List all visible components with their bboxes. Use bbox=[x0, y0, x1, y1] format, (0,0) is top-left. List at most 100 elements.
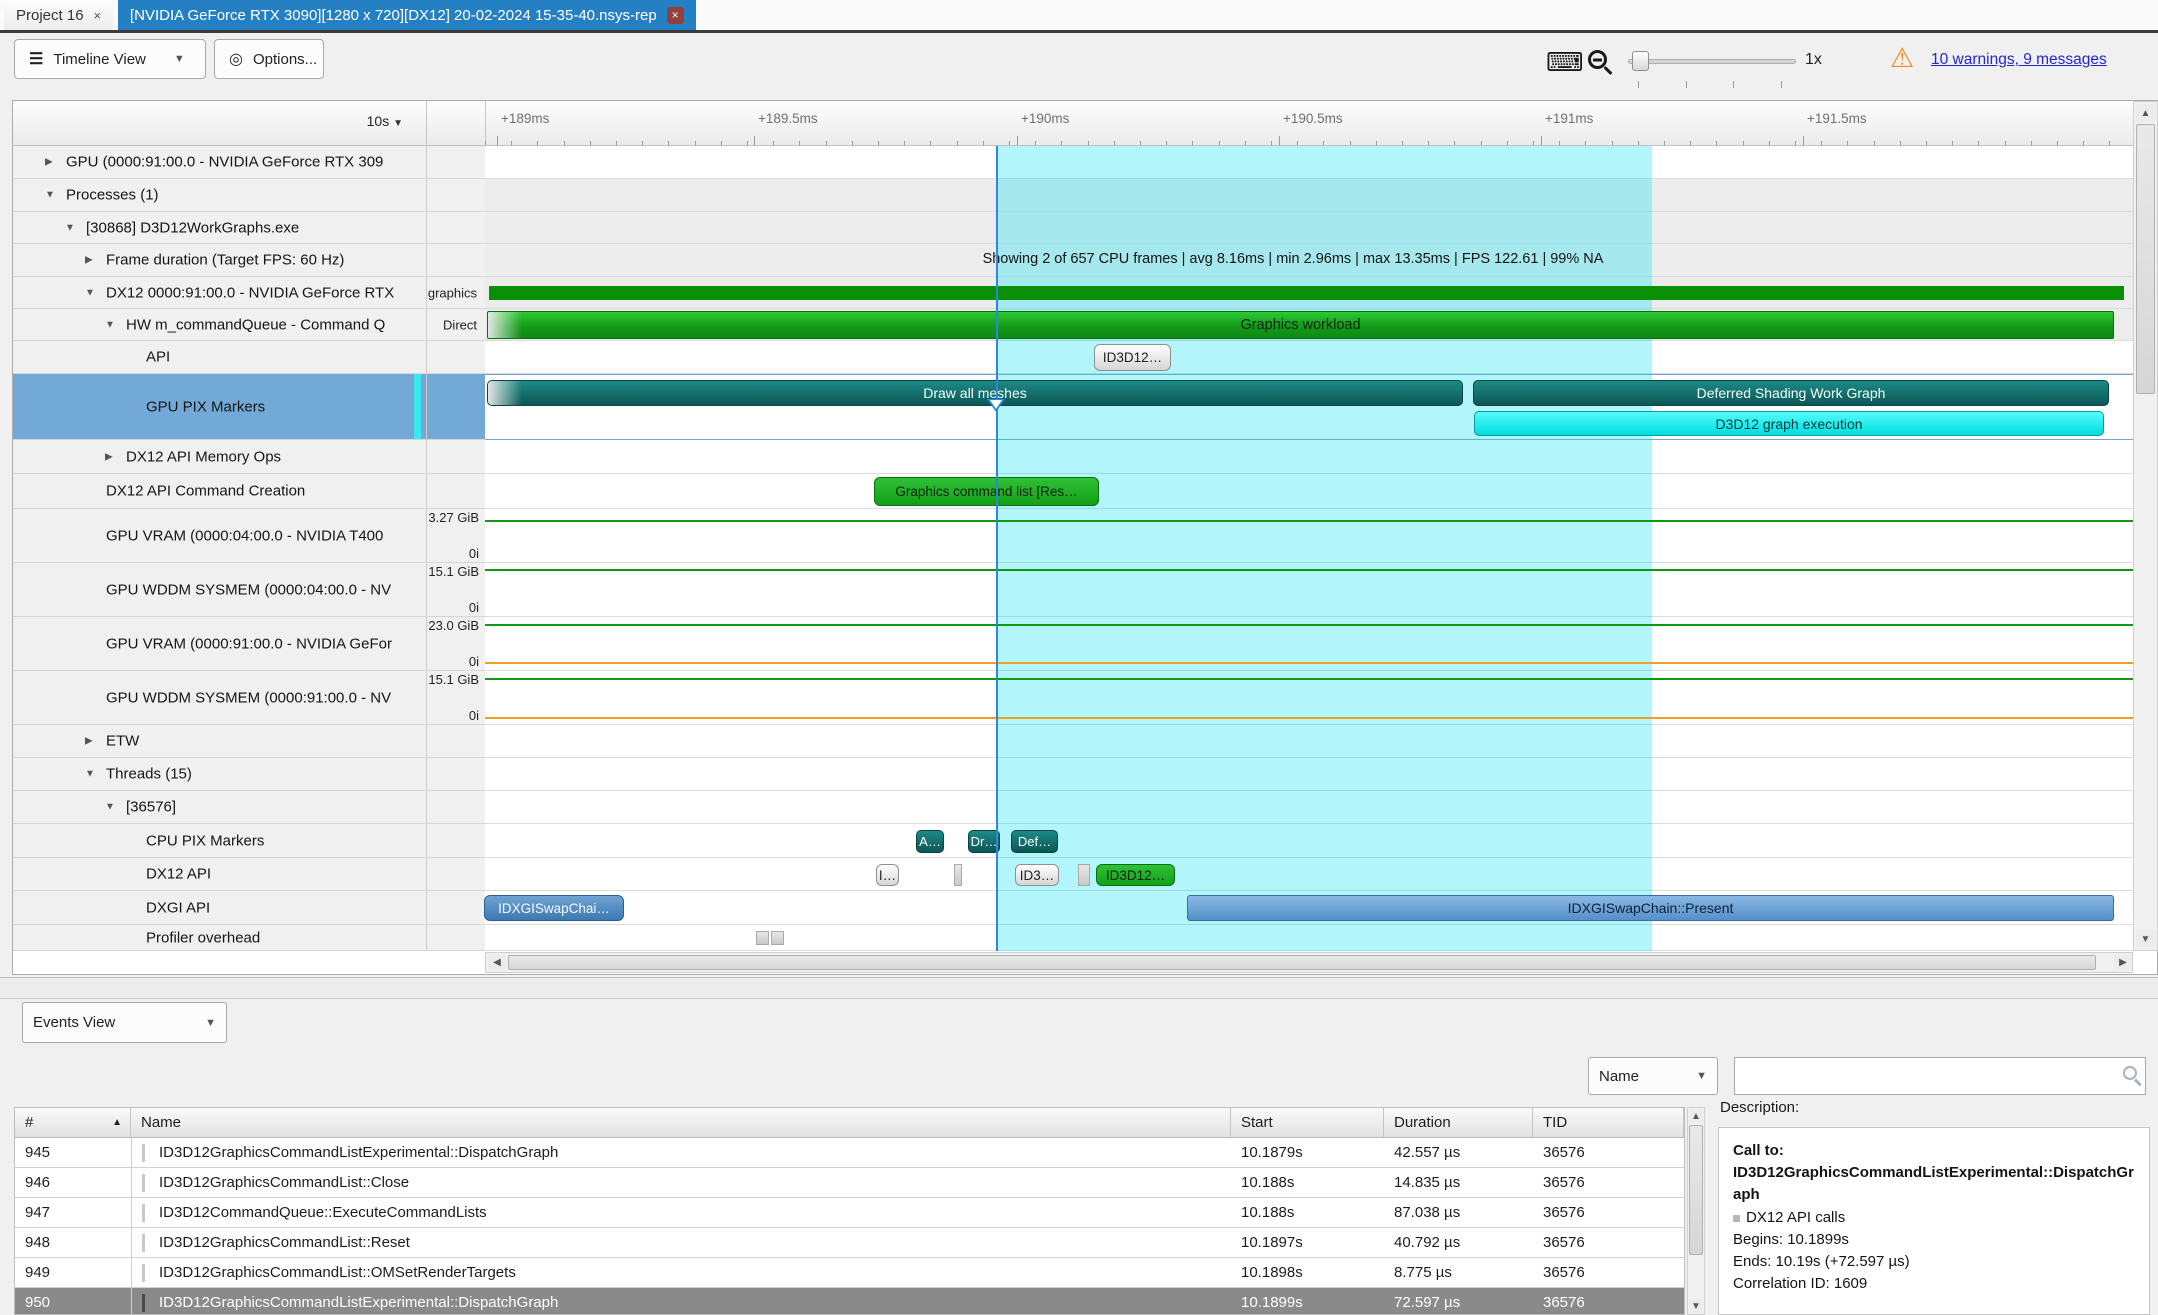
timeline-bar-a-[interactable]: A… bbox=[916, 830, 944, 853]
hscroll-thumb[interactable] bbox=[508, 955, 2096, 970]
tree-row-label: API bbox=[146, 349, 170, 366]
tree-row-process-exe[interactable]: ▼[30868] D3D12WorkGraphs.exe bbox=[13, 212, 485, 244]
timeline-bar-idxgiswapchain-present[interactable]: IDXGISwapChain::Present bbox=[1187, 895, 2114, 921]
timeline-bar-segment[interactable] bbox=[489, 286, 2124, 300]
scroll-down-icon[interactable]: ▼ bbox=[2136, 930, 2155, 948]
column-header-start[interactable]: Start bbox=[1231, 1108, 1384, 1138]
tree-row-hw-command-queue[interactable]: ▼HW m_commandQueue - Command QDirect bbox=[13, 309, 485, 341]
timeline-bar-id3d12-[interactable]: ID3D12… bbox=[1096, 864, 1175, 886]
timeline-ruler[interactable]: 10s ▼ +189ms+189.5ms+190ms+190.5ms+191ms… bbox=[13, 101, 2133, 146]
tab-project[interactable]: Project 16× bbox=[4, 0, 113, 30]
timeline-bar-d3d12-graph-execution[interactable]: D3D12 graph execution bbox=[1474, 411, 2104, 436]
column-divider bbox=[426, 212, 427, 243]
timeline-bar-id3d12-[interactable]: ID3D12… bbox=[1094, 344, 1171, 371]
timeline-bar-deferred-shading-work-graph[interactable]: Deferred Shading Work Graph bbox=[1473, 380, 2109, 406]
expand-icon[interactable]: ▶ bbox=[105, 451, 113, 462]
timeline-row-dxgi-api[interactable]: IDXGISwapChai… IDXGISwapChain::Present bbox=[485, 891, 2133, 925]
tree-row-gpu-device[interactable]: ▶GPU (0000:91:00.0 - NVIDIA GeForce RTX … bbox=[13, 146, 485, 179]
collapse-icon[interactable]: ▼ bbox=[45, 190, 55, 201]
table-scroll-thumb[interactable] bbox=[1689, 1125, 1703, 1255]
timeline-bar-segment[interactable] bbox=[954, 864, 962, 886]
tree-row-processes[interactable]: ▼Processes (1) bbox=[13, 179, 485, 212]
chevron-down-icon: ▼ bbox=[205, 1017, 216, 1029]
collapse-icon[interactable]: ▼ bbox=[105, 802, 115, 813]
collapse-icon[interactable]: ▼ bbox=[65, 222, 75, 233]
tab-report[interactable]: [NVIDIA GeForce RTX 3090][1280 x 720][DX… bbox=[118, 0, 696, 30]
timeline-view-dropdown[interactable]: ☰ Timeline View ▼ bbox=[14, 39, 206, 79]
tree-row-gpu-wddm-sysmem-t400[interactable]: GPU WDDM SYSMEM (0000:04:00.0 - NV15.1 G… bbox=[13, 563, 485, 617]
zoom-slider-track[interactable] bbox=[1628, 59, 1796, 64]
expand-icon[interactable]: ▶ bbox=[85, 255, 93, 266]
timeline-bar-idxgiswapchai-[interactable]: IDXGISwapChai… bbox=[484, 895, 624, 921]
keyboard-icon[interactable]: ⌨ bbox=[1546, 47, 1584, 78]
timeline-bar-segment[interactable] bbox=[1078, 864, 1090, 886]
tree-row-dx12-api-thread[interactable]: DX12 API bbox=[13, 858, 485, 891]
ruler-scale-dropdown[interactable]: 10s ▼ bbox=[367, 113, 403, 129]
tree-row-cpu-pix-markers[interactable]: CPU PIX Markers bbox=[13, 824, 485, 858]
tree-row-label: GPU VRAM (0000:91:00.0 - NVIDIA GeFor bbox=[106, 635, 392, 652]
tree-row-threads[interactable]: ▼Threads (15) bbox=[13, 758, 485, 791]
scroll-up-icon[interactable]: ▲ bbox=[1689, 1109, 1703, 1123]
column-header-name[interactable]: Name bbox=[131, 1108, 1231, 1138]
column-divider bbox=[426, 374, 427, 439]
panel-splitter[interactable] bbox=[0, 977, 2158, 999]
collapse-icon[interactable]: ▼ bbox=[85, 287, 95, 298]
vscroll-thumb[interactable] bbox=[2136, 124, 2155, 394]
timeline-bar-draw-all-meshes[interactable]: Draw all meshes bbox=[487, 380, 1463, 406]
ruler-minor-tick bbox=[1454, 141, 1455, 145]
timeline-bar-graphics-workload[interactable]: Graphics workload bbox=[487, 311, 2114, 339]
event-start: 10.1897s bbox=[1231, 1228, 1384, 1258]
tree-row-gpu-pix-markers[interactable]: GPU PIX Markers bbox=[13, 374, 485, 440]
timeline-bar-def-[interactable]: Def… bbox=[1011, 830, 1058, 853]
event-name: ID3D12GraphicsCommandListExperimental::D… bbox=[131, 1138, 1231, 1168]
column-header-num[interactable]: #▲ bbox=[15, 1108, 131, 1138]
tree-row-profiler-overhead[interactable]: Profiler overhead bbox=[13, 925, 485, 951]
timeline-bar-graphics-command-list-res-[interactable]: Graphics command list [Res… bbox=[874, 477, 1099, 506]
warnings-messages-link[interactable]: 10 warnings, 9 messages bbox=[1931, 51, 2107, 69]
expand-icon[interactable]: ▶ bbox=[45, 157, 53, 168]
scroll-down-icon[interactable]: ▼ bbox=[1689, 1299, 1703, 1313]
tree-row-dx12-api-command-creation[interactable]: DX12 API Command Creation bbox=[13, 474, 485, 509]
tree-row-dx12-device[interactable]: ▼DX12 0000:91:00.0 - NVIDIA GeForce RTXg… bbox=[13, 277, 485, 309]
event-duration: 14.835 µs bbox=[1384, 1168, 1533, 1198]
options-button[interactable]: ◎ Options... bbox=[214, 39, 324, 79]
tree-row-api[interactable]: API bbox=[13, 341, 485, 374]
tree-row-gpu-vram-t400[interactable]: GPU VRAM (0000:04:00.0 - NVIDIA T4003.27… bbox=[13, 509, 485, 563]
tree-row-frame-duration[interactable]: ▶Frame duration (Target FPS: 60 Hz) bbox=[13, 244, 485, 277]
events-view-dropdown[interactable]: Events View ▼ bbox=[22, 1002, 227, 1043]
column-header-tid[interactable]: TID bbox=[1533, 1108, 1684, 1138]
timeline-hscrollbar[interactable]: ◀ ▶ bbox=[485, 952, 2133, 973]
tree-row-etw[interactable]: ▶ETW bbox=[13, 725, 485, 758]
timeline-cursor[interactable] bbox=[996, 146, 998, 951]
ruler-minor-tick bbox=[1821, 141, 1822, 145]
expand-icon[interactable]: ▶ bbox=[85, 736, 93, 747]
ruler-minor-tick bbox=[721, 141, 722, 145]
collapse-icon[interactable]: ▼ bbox=[85, 769, 95, 780]
search-input[interactable] bbox=[1734, 1057, 2146, 1095]
filter-column-label: Name bbox=[1599, 1068, 1639, 1085]
tree-row-dx12-api-memory-ops[interactable]: ▶DX12 API Memory Ops bbox=[13, 440, 485, 474]
timeline-bar-segment[interactable] bbox=[771, 931, 784, 945]
collapse-icon[interactable]: ▼ bbox=[105, 319, 115, 330]
timeline-vscrollbar[interactable]: ▲ ▼ bbox=[2133, 101, 2158, 951]
tree-row-gpu-vram-rtx3090[interactable]: GPU VRAM (0000:91:00.0 - NVIDIA GeFor23.… bbox=[13, 617, 485, 671]
tree-row-thread-36576[interactable]: ▼[36576] bbox=[13, 791, 485, 824]
timeline-bar-segment[interactable] bbox=[756, 931, 769, 945]
scroll-up-icon[interactable]: ▲ bbox=[2136, 104, 2155, 122]
close-icon[interactable]: × bbox=[94, 8, 102, 23]
timeline-bar-id3-[interactable]: ID3… bbox=[1015, 864, 1059, 886]
tree-row-dxgi-api[interactable]: DXGI API bbox=[13, 891, 485, 925]
events-table-scrollbar[interactable]: ▲ ▼ bbox=[1687, 1107, 1705, 1315]
scroll-left-icon[interactable]: ◀ bbox=[488, 955, 506, 970]
timeline-bar-i-[interactable]: I… bbox=[876, 864, 899, 886]
tree-row-gpu-wddm-sysmem-rtx3090[interactable]: GPU WDDM SYSMEM (0000:91:00.0 - NV15.1 G… bbox=[13, 671, 485, 725]
zoom-out-icon[interactable] bbox=[1588, 50, 1607, 69]
close-icon[interactable]: × bbox=[667, 7, 684, 24]
column-header-duration[interactable]: Duration bbox=[1384, 1108, 1533, 1138]
zoom-slider-handle[interactable] bbox=[1632, 51, 1649, 71]
filter-column-dropdown[interactable]: Name ▼ bbox=[1588, 1057, 1718, 1095]
scroll-right-icon[interactable]: ▶ bbox=[2114, 955, 2132, 970]
row-min-value: 0i bbox=[469, 654, 479, 669]
timeline-row-hw-command-queue[interactable]: Graphics workload bbox=[485, 309, 2133, 341]
event-start: 10.1898s bbox=[1231, 1258, 1384, 1288]
